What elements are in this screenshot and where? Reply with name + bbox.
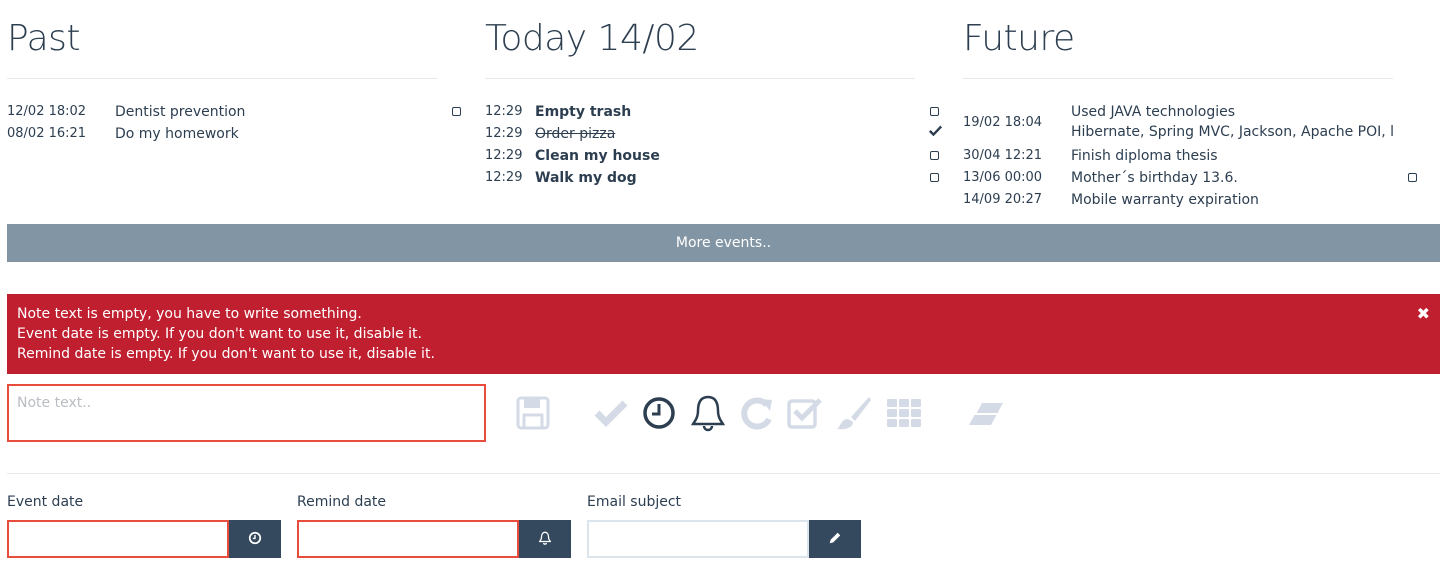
past-event[interactable]: 08/02 16:21 Do my homework — [7, 123, 452, 145]
future-event[interactable]: 30/04 12:21 Finish diploma thesis — [963, 145, 1408, 167]
event-time: 30/04 12:21 — [963, 148, 1043, 163]
event-date-input[interactable] — [7, 520, 229, 558]
event-checkbox[interactable] — [930, 151, 939, 160]
note-text-input[interactable]: Note text.. — [7, 384, 486, 442]
today-event[interactable]: 12:29 Empty trash — [485, 101, 939, 123]
today-event[interactable]: 12:29 Walk my dog — [485, 167, 939, 189]
event-text: Do my homework — [115, 126, 239, 142]
today-events: 12:29 Empty trash 12:29 Order pizza 12:2… — [485, 101, 943, 189]
event-text: Mother´s birthday 13.6. — [1071, 170, 1238, 186]
check-icon[interactable] — [591, 393, 631, 433]
close-icon[interactable]: ✖ — [1417, 304, 1430, 323]
bell-icon[interactable] — [688, 393, 728, 433]
bell-icon — [538, 530, 552, 549]
event-time: 14/09 20:27 — [963, 192, 1043, 207]
save-icon[interactable] — [513, 393, 553, 433]
event-time: 12:29 — [485, 148, 523, 163]
event-text: Walk my dog — [535, 170, 637, 186]
event-date-button[interactable] — [229, 520, 281, 558]
pencil-icon — [828, 530, 842, 549]
event-time: 12/02 18:02 — [7, 104, 87, 119]
past-title: Past — [7, 18, 81, 59]
future-title: Future — [963, 18, 1075, 59]
today-event[interactable]: 12:29 Order pizza — [485, 123, 943, 145]
future-event[interactable]: 19/02 18:04 Used JAVA technologies Hiber… — [963, 101, 1408, 145]
event-checkbox[interactable] — [452, 107, 461, 116]
check-icon[interactable] — [928, 123, 943, 145]
event-time: 08/02 16:21 — [7, 126, 87, 141]
email-subject-input[interactable] — [587, 520, 809, 558]
clock-icon — [248, 530, 262, 549]
past-event[interactable]: 12/02 18:02 Dentist prevention — [7, 101, 461, 123]
more-events-button[interactable]: More events.. — [7, 224, 1440, 262]
email-subject-label: Email subject — [587, 494, 682, 510]
future-divider — [963, 78, 1393, 79]
event-text: Clean my house — [535, 148, 660, 164]
event-time: 13/06 00:00 — [963, 170, 1043, 185]
alert-line: Remind date is empty. If you don't want … — [17, 346, 435, 362]
remind-date-label: Remind date — [297, 494, 387, 510]
event-text: Used JAVA technologies Hibernate, Spring… — [1071, 102, 1393, 142]
event-text-line: Used JAVA technologies — [1071, 104, 1236, 120]
future-event[interactable]: 14/09 20:27 Mobile warranty expiration — [963, 189, 1408, 211]
today-event[interactable]: 12:29 Clean my house — [485, 145, 939, 167]
clock-icon[interactable] — [639, 393, 679, 433]
redo-icon[interactable] — [737, 393, 777, 433]
event-time: 12:29 — [485, 126, 523, 141]
section-divider — [7, 473, 1440, 474]
future-event[interactable]: 13/06 00:00 Mother´s birthday 13.6. — [963, 167, 1417, 189]
today-divider — [485, 78, 915, 79]
past-divider — [7, 78, 437, 79]
event-checkbox[interactable] — [930, 173, 939, 182]
checkbox-icon[interactable] — [785, 393, 825, 433]
alert-line: Note text is empty, you have to write so… — [17, 306, 362, 322]
alert-line: Event date is empty. If you don't want t… — [17, 326, 422, 342]
event-text: Mobile warranty expiration — [1071, 192, 1259, 208]
event-checkbox[interactable] — [1408, 173, 1417, 182]
remind-date-button[interactable] — [519, 520, 571, 558]
event-time: 12:29 — [485, 170, 523, 185]
error-alert: Note text is empty, you have to write so… — [7, 294, 1440, 374]
brush-icon[interactable] — [833, 393, 873, 433]
event-text: Finish diploma thesis — [1071, 148, 1218, 164]
event-text: Empty trash — [535, 104, 632, 120]
event-date-label: Event date — [7, 494, 84, 510]
today-title: Today 14/02 — [485, 18, 699, 59]
event-checkbox[interactable] — [930, 107, 939, 116]
remind-date-input[interactable] — [297, 520, 519, 558]
event-text: Dentist prevention — [115, 104, 246, 120]
email-subject-button[interactable] — [809, 520, 861, 558]
event-text-line: Hibernate, Spring MVC, Jackson, Apache P… — [1071, 124, 1393, 140]
eraser-icon[interactable] — [965, 393, 1005, 433]
past-events: 12/02 18:02 Dentist prevention 08/02 16:… — [7, 101, 461, 145]
event-text: Order pizza — [535, 126, 616, 142]
grid-icon[interactable] — [884, 393, 924, 433]
future-events: 19/02 18:04 Used JAVA technologies Hiber… — [963, 101, 1417, 211]
event-time: 12:29 — [485, 104, 523, 119]
event-time: 19/02 18:04 — [963, 115, 1043, 130]
